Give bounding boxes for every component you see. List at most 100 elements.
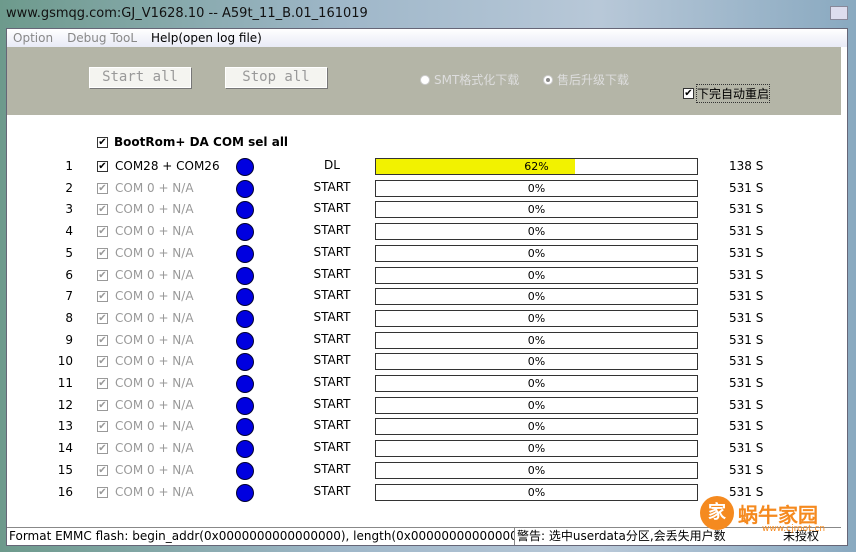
status-indicator-icon [236, 418, 254, 437]
checkbox-checked-icon: ✔ [683, 88, 694, 99]
watermark-url: www.cjroot.cn [762, 524, 826, 534]
port-row: 12 ✔ COM 0 + N/A START 0% 531 S [7, 396, 841, 415]
port-checkbox[interactable]: ✔ [97, 378, 108, 389]
port-checkbox[interactable]: ✔ [97, 182, 108, 194]
progress-bar: 0% [375, 483, 698, 501]
row-status: START [313, 179, 351, 194]
row-time: 531 S [729, 267, 764, 282]
progress-percent: 0% [527, 246, 546, 260]
row-time: 138 S [729, 159, 764, 173]
status-indicator-icon [236, 244, 254, 263]
radio-selected-icon [543, 74, 553, 85]
port-checkbox[interactable]: ✔ [97, 421, 108, 433]
select-all-label: BootRom+ DA COM sel all [114, 135, 289, 149]
port-checkbox[interactable]: ✔ [97, 486, 108, 498]
radio-icon [420, 74, 430, 85]
row-number: 13 [57, 419, 73, 434]
progress-bar: 0% [375, 244, 698, 262]
close-button[interactable] [830, 6, 848, 20]
port-label: COM 0 + N/A [115, 376, 194, 390]
port-row: 7 ✔ COM 0 + N/A START 0% 531 S [7, 288, 841, 307]
port-row: 3 ✔ COM 0 + N/A START 0% 531 S [7, 201, 841, 220]
port-label: COM 0 + N/A [115, 419, 194, 434]
menu-bar: Option Debug TooL Help(open log file) [7, 29, 847, 47]
port-checkbox[interactable]: ✔ [97, 312, 108, 324]
progress-percent: 0% [527, 225, 546, 239]
start-all-button[interactable]: Start all [89, 67, 191, 88]
port-row: 6 ✔ COM 0 + N/A START 0% 531 S [7, 266, 841, 285]
row-time: 531 S [729, 202, 764, 217]
radio-smt-format[interactable]: SMT格式化下载 [420, 71, 519, 88]
row-number: 7 [65, 289, 73, 304]
watermark-logo: 家 蜗牛家园 www.cjroot.cn [700, 496, 825, 534]
status-indicator-icon [236, 158, 254, 176]
progress-bar: 0% [375, 309, 698, 327]
port-row: 2 ✔ COM 0 + N/A START 0% 531 S [7, 179, 841, 198]
progress-percent: 0% [527, 485, 546, 499]
port-checkbox[interactable]: ✔ [97, 356, 108, 368]
menu-debug-tool[interactable]: Debug TooL [67, 29, 137, 47]
progress-bar: 0% [375, 288, 698, 306]
row-status: START [313, 375, 351, 389]
progress-bar: 0% [375, 223, 698, 241]
port-checkbox[interactable]: ✔ [97, 443, 108, 455]
row-number: 11 [57, 376, 73, 390]
port-label: COM 0 + N/A [115, 310, 194, 325]
port-checkbox[interactable]: ✔ [97, 464, 108, 476]
progress-percent: 0% [527, 181, 546, 195]
progress-percent: 0% [527, 420, 546, 434]
stop-all-button[interactable]: Stop all [225, 67, 327, 88]
port-label: COM 0 + N/A [115, 441, 194, 456]
row-status: START [313, 309, 351, 324]
port-checkbox[interactable]: ✔ [97, 226, 108, 238]
row-status: START [313, 418, 351, 433]
row-status: DL [324, 158, 340, 172]
status-indicator-icon [236, 288, 254, 307]
row-status: START [313, 483, 351, 498]
progress-percent: 0% [527, 268, 546, 282]
port-checkbox[interactable]: ✔ [97, 269, 108, 281]
auto-reboot-checkbox[interactable]: ✔ 下完自动重启 [683, 84, 771, 103]
status-indicator-icon [236, 483, 254, 502]
radio-aftersale-upgrade[interactable]: 售后升级下载 [543, 71, 629, 88]
progress-bar: 0% [375, 266, 698, 284]
menu-help[interactable]: Help(open log file) [151, 29, 262, 47]
status-warning: 警告: 选中userdata分区,会丢失用户数 [517, 529, 726, 543]
port-label: COM28 + COM26 [115, 159, 220, 173]
row-number: 4 [65, 224, 73, 239]
row-number: 2 [65, 180, 73, 195]
progress-percent: 0% [527, 442, 546, 456]
port-row: 4 ✔ COM 0 + N/A START 0% 531 S [7, 223, 841, 242]
progress-bar: 0% [375, 461, 698, 479]
status-indicator-icon [236, 223, 254, 242]
progress-percent: 0% [527, 311, 546, 325]
port-checkbox[interactable]: ✔ [97, 204, 108, 216]
progress-percent: 0% [527, 203, 546, 217]
select-all-checkbox[interactable]: ✔ BootRom+ DA COM sel all [97, 135, 288, 149]
progress-percent: 0% [527, 377, 546, 390]
row-time: 531 S [729, 332, 764, 347]
port-label: COM 0 + N/A [115, 484, 194, 499]
row-number: 14 [57, 441, 73, 456]
progress-bar: 0% [375, 331, 698, 349]
toolbar-panel: Start all Stop all SMT格式化下载 售后升级下载 ✔ 下完自动… [7, 47, 841, 115]
row-time: 531 S [729, 245, 764, 260]
row-number: 5 [65, 245, 73, 260]
window-title: www.gsmqg.com:GJ_V1628.10 -- A59t_11_B.0… [6, 6, 368, 21]
port-checkbox[interactable]: ✔ [97, 247, 108, 259]
port-checkbox[interactable]: ✔ [97, 334, 108, 346]
progress-bar: 0% [375, 440, 698, 458]
port-checkbox[interactable]: ✔ [97, 161, 108, 172]
status-indicator-icon [236, 396, 254, 415]
port-checkbox[interactable]: ✔ [97, 399, 108, 411]
progress-percent: 0% [527, 333, 546, 347]
menu-option[interactable]: Option [13, 29, 53, 47]
row-time: 531 S [729, 289, 764, 304]
port-checkbox[interactable]: ✔ [97, 291, 108, 303]
row-status: START [313, 201, 351, 216]
port-label: COM 0 + N/A [115, 180, 194, 195]
port-label: COM 0 + N/A [115, 354, 194, 369]
row-number: 8 [65, 310, 73, 325]
row-number: 10 [57, 354, 73, 369]
port-row: 1 ✔ COM28 + COM26 DL 62% 138 S [7, 158, 841, 176]
